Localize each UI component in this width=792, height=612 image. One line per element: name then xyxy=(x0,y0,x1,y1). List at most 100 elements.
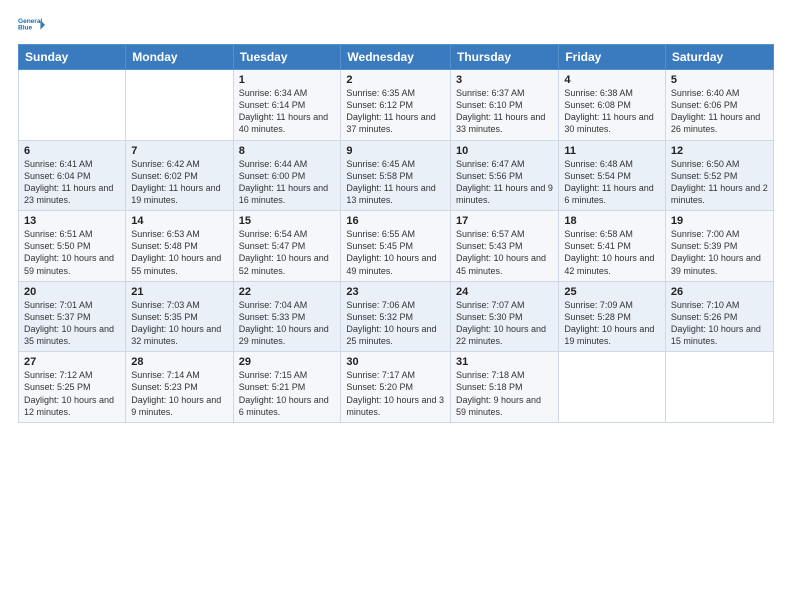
day-number: 23 xyxy=(346,286,445,298)
calendar-cell: 13Sunrise: 6:51 AM Sunset: 5:50 PM Dayli… xyxy=(19,211,126,282)
day-info: Sunrise: 7:07 AM Sunset: 5:30 PM Dayligh… xyxy=(456,299,553,348)
day-info: Sunrise: 6:42 AM Sunset: 6:02 PM Dayligh… xyxy=(131,158,227,207)
calendar-cell: 18Sunrise: 6:58 AM Sunset: 5:41 PM Dayli… xyxy=(559,211,666,282)
day-info: Sunrise: 7:09 AM Sunset: 5:28 PM Dayligh… xyxy=(564,299,660,348)
day-number: 4 xyxy=(564,74,660,86)
calendar-cell xyxy=(559,352,666,423)
calendar-cell: 27Sunrise: 7:12 AM Sunset: 5:25 PM Dayli… xyxy=(19,352,126,423)
calendar-cell: 25Sunrise: 7:09 AM Sunset: 5:28 PM Dayli… xyxy=(559,281,666,352)
day-number: 5 xyxy=(671,74,768,86)
calendar-cell xyxy=(126,70,233,141)
day-number: 18 xyxy=(564,215,660,227)
calendar-cell: 14Sunrise: 6:53 AM Sunset: 5:48 PM Dayli… xyxy=(126,211,233,282)
calendar-week-row: 1Sunrise: 6:34 AM Sunset: 6:14 PM Daylig… xyxy=(19,70,774,141)
calendar-cell: 24Sunrise: 7:07 AM Sunset: 5:30 PM Dayli… xyxy=(451,281,559,352)
calendar-week-row: 20Sunrise: 7:01 AM Sunset: 5:37 PM Dayli… xyxy=(19,281,774,352)
day-info: Sunrise: 6:50 AM Sunset: 5:52 PM Dayligh… xyxy=(671,158,768,207)
page-header: GeneralBlue xyxy=(18,10,774,38)
calendar-cell: 1Sunrise: 6:34 AM Sunset: 6:14 PM Daylig… xyxy=(233,70,341,141)
calendar-week-row: 27Sunrise: 7:12 AM Sunset: 5:25 PM Dayli… xyxy=(19,352,774,423)
day-info: Sunrise: 7:06 AM Sunset: 5:32 PM Dayligh… xyxy=(346,299,445,348)
day-info: Sunrise: 6:34 AM Sunset: 6:14 PM Dayligh… xyxy=(239,87,336,136)
day-number: 8 xyxy=(239,145,336,157)
svg-text:Blue: Blue xyxy=(18,25,32,32)
calendar-table: SundayMondayTuesdayWednesdayThursdayFrid… xyxy=(18,44,774,423)
day-number: 30 xyxy=(346,356,445,368)
day-info: Sunrise: 6:47 AM Sunset: 5:56 PM Dayligh… xyxy=(456,158,553,207)
day-info: Sunrise: 6:45 AM Sunset: 5:58 PM Dayligh… xyxy=(346,158,445,207)
logo-icon: GeneralBlue xyxy=(18,10,46,38)
day-number: 1 xyxy=(239,74,336,86)
day-number: 12 xyxy=(671,145,768,157)
day-number: 11 xyxy=(564,145,660,157)
day-number: 21 xyxy=(131,286,227,298)
day-info: Sunrise: 6:48 AM Sunset: 5:54 PM Dayligh… xyxy=(564,158,660,207)
day-number: 22 xyxy=(239,286,336,298)
day-info: Sunrise: 7:04 AM Sunset: 5:33 PM Dayligh… xyxy=(239,299,336,348)
day-number: 20 xyxy=(24,286,120,298)
calendar-cell: 17Sunrise: 6:57 AM Sunset: 5:43 PM Dayli… xyxy=(451,211,559,282)
calendar-cell: 19Sunrise: 7:00 AM Sunset: 5:39 PM Dayli… xyxy=(665,211,773,282)
day-number: 29 xyxy=(239,356,336,368)
calendar-col-saturday: Saturday xyxy=(665,45,773,70)
calendar-cell: 29Sunrise: 7:15 AM Sunset: 5:21 PM Dayli… xyxy=(233,352,341,423)
calendar-cell: 7Sunrise: 6:42 AM Sunset: 6:02 PM Daylig… xyxy=(126,140,233,211)
day-number: 7 xyxy=(131,145,227,157)
calendar-col-wednesday: Wednesday xyxy=(341,45,451,70)
calendar-cell: 26Sunrise: 7:10 AM Sunset: 5:26 PM Dayli… xyxy=(665,281,773,352)
logo: GeneralBlue xyxy=(18,10,46,38)
calendar-cell: 6Sunrise: 6:41 AM Sunset: 6:04 PM Daylig… xyxy=(19,140,126,211)
calendar-cell xyxy=(665,352,773,423)
calendar-cell xyxy=(19,70,126,141)
calendar-cell: 3Sunrise: 6:37 AM Sunset: 6:10 PM Daylig… xyxy=(451,70,559,141)
day-number: 14 xyxy=(131,215,227,227)
day-info: Sunrise: 6:38 AM Sunset: 6:08 PM Dayligh… xyxy=(564,87,660,136)
day-info: Sunrise: 7:10 AM Sunset: 5:26 PM Dayligh… xyxy=(671,299,768,348)
day-number: 9 xyxy=(346,145,445,157)
calendar-col-sunday: Sunday xyxy=(19,45,126,70)
calendar-cell: 28Sunrise: 7:14 AM Sunset: 5:23 PM Dayli… xyxy=(126,352,233,423)
svg-text:General: General xyxy=(18,18,42,25)
day-info: Sunrise: 6:57 AM Sunset: 5:43 PM Dayligh… xyxy=(456,228,553,277)
day-info: Sunrise: 6:51 AM Sunset: 5:50 PM Dayligh… xyxy=(24,228,120,277)
day-number: 27 xyxy=(24,356,120,368)
calendar-cell: 16Sunrise: 6:55 AM Sunset: 5:45 PM Dayli… xyxy=(341,211,451,282)
calendar-cell: 20Sunrise: 7:01 AM Sunset: 5:37 PM Dayli… xyxy=(19,281,126,352)
calendar-cell: 2Sunrise: 6:35 AM Sunset: 6:12 PM Daylig… xyxy=(341,70,451,141)
calendar-col-friday: Friday xyxy=(559,45,666,70)
calendar-col-thursday: Thursday xyxy=(451,45,559,70)
day-number: 6 xyxy=(24,145,120,157)
calendar-header-row: SundayMondayTuesdayWednesdayThursdayFrid… xyxy=(19,45,774,70)
day-number: 2 xyxy=(346,74,445,86)
day-info: Sunrise: 6:54 AM Sunset: 5:47 PM Dayligh… xyxy=(239,228,336,277)
calendar-cell: 23Sunrise: 7:06 AM Sunset: 5:32 PM Dayli… xyxy=(341,281,451,352)
day-info: Sunrise: 7:18 AM Sunset: 5:18 PM Dayligh… xyxy=(456,369,553,418)
calendar-cell: 31Sunrise: 7:18 AM Sunset: 5:18 PM Dayli… xyxy=(451,352,559,423)
calendar-cell: 8Sunrise: 6:44 AM Sunset: 6:00 PM Daylig… xyxy=(233,140,341,211)
day-info: Sunrise: 6:41 AM Sunset: 6:04 PM Dayligh… xyxy=(24,158,120,207)
day-info: Sunrise: 6:44 AM Sunset: 6:00 PM Dayligh… xyxy=(239,158,336,207)
day-number: 10 xyxy=(456,145,553,157)
day-number: 26 xyxy=(671,286,768,298)
day-number: 16 xyxy=(346,215,445,227)
calendar-cell: 22Sunrise: 7:04 AM Sunset: 5:33 PM Dayli… xyxy=(233,281,341,352)
day-number: 24 xyxy=(456,286,553,298)
day-number: 19 xyxy=(671,215,768,227)
day-info: Sunrise: 7:12 AM Sunset: 5:25 PM Dayligh… xyxy=(24,369,120,418)
calendar-week-row: 6Sunrise: 6:41 AM Sunset: 6:04 PM Daylig… xyxy=(19,140,774,211)
calendar-cell: 10Sunrise: 6:47 AM Sunset: 5:56 PM Dayli… xyxy=(451,140,559,211)
day-info: Sunrise: 7:00 AM Sunset: 5:39 PM Dayligh… xyxy=(671,228,768,277)
day-number: 3 xyxy=(456,74,553,86)
calendar-col-monday: Monday xyxy=(126,45,233,70)
calendar-cell: 9Sunrise: 6:45 AM Sunset: 5:58 PM Daylig… xyxy=(341,140,451,211)
day-info: Sunrise: 7:03 AM Sunset: 5:35 PM Dayligh… xyxy=(131,299,227,348)
calendar-cell: 5Sunrise: 6:40 AM Sunset: 6:06 PM Daylig… xyxy=(665,70,773,141)
calendar-col-tuesday: Tuesday xyxy=(233,45,341,70)
calendar-cell: 12Sunrise: 6:50 AM Sunset: 5:52 PM Dayli… xyxy=(665,140,773,211)
day-number: 28 xyxy=(131,356,227,368)
calendar-cell: 11Sunrise: 6:48 AM Sunset: 5:54 PM Dayli… xyxy=(559,140,666,211)
calendar-cell: 15Sunrise: 6:54 AM Sunset: 5:47 PM Dayli… xyxy=(233,211,341,282)
day-info: Sunrise: 6:35 AM Sunset: 6:12 PM Dayligh… xyxy=(346,87,445,136)
day-info: Sunrise: 7:15 AM Sunset: 5:21 PM Dayligh… xyxy=(239,369,336,418)
day-number: 31 xyxy=(456,356,553,368)
